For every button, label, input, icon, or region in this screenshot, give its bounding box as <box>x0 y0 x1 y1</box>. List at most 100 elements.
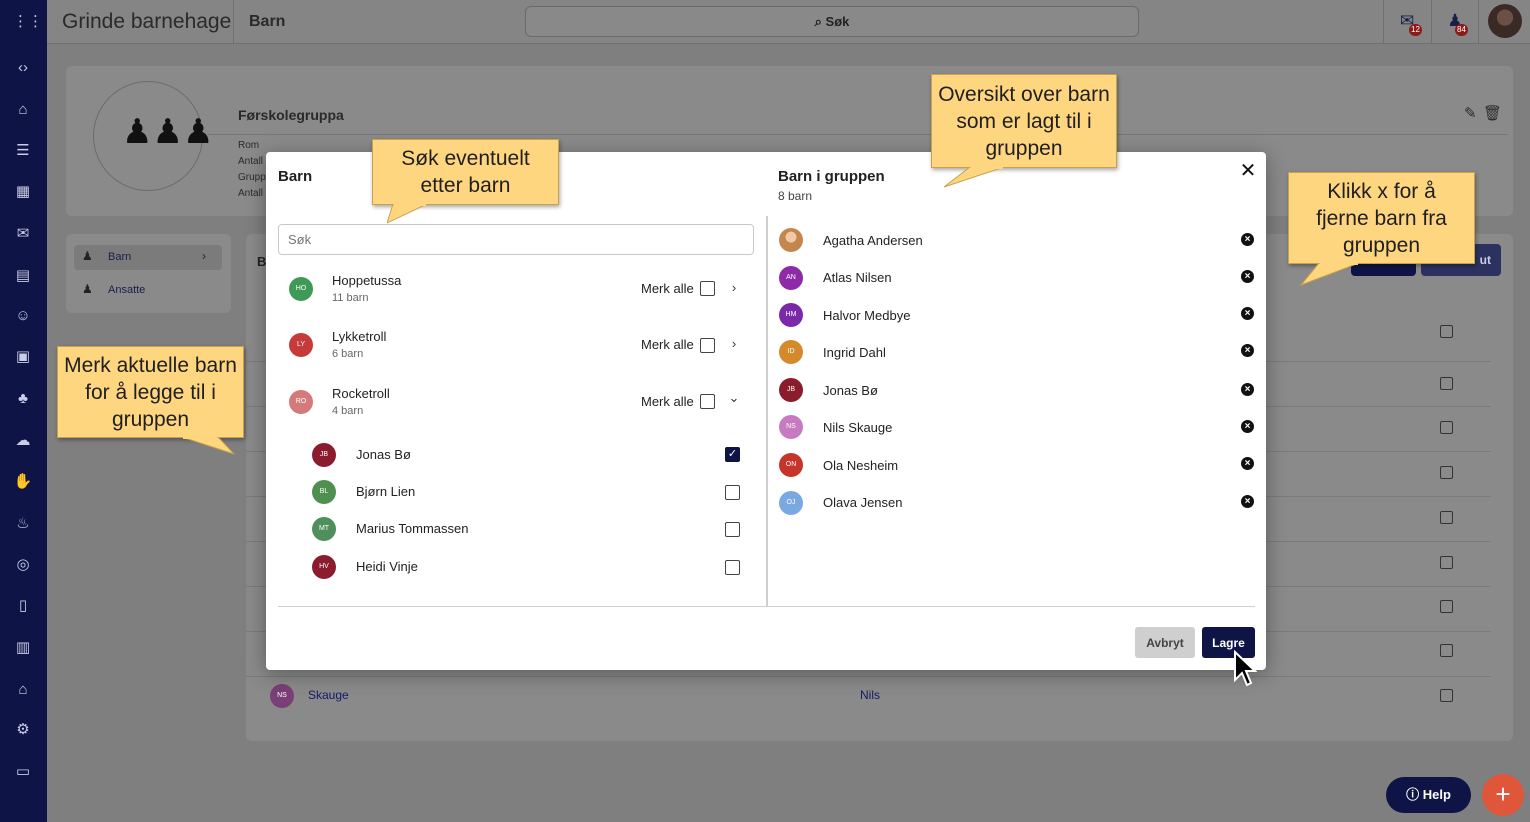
delete-icon[interactable]: 🗑 <box>1483 104 1502 122</box>
avatar: BL <box>312 480 336 504</box>
child-checkbox-checked[interactable]: ✓ <box>725 447 740 462</box>
info-label: Antall <box>238 156 264 167</box>
group-name: Hoppetussa <box>332 273 402 288</box>
remove-member-icon[interactable]: × <box>1241 457 1254 470</box>
avatar: AN <box>779 266 803 290</box>
callout-remove: Klikk x for å fjerne barn fra gruppen <box>1288 172 1475 287</box>
news-icon[interactable]: ▤ <box>13 266 33 286</box>
row-checkbox[interactable] <box>1440 511 1453 524</box>
staff-icon: ♟ <box>82 282 93 296</box>
groups-icon[interactable]: ☺ <box>13 306 33 326</box>
group-count: 11 barn <box>332 292 369 304</box>
global-search[interactable]: ⌕ Søk <box>525 6 1139 37</box>
search-label: Søk <box>825 14 850 29</box>
hand-icon[interactable]: ✋ <box>13 472 33 492</box>
home-icon[interactable]: ⌂ <box>13 100 33 120</box>
select-all-checkbox[interactable] <box>700 281 715 296</box>
close-icon[interactable]: ✕ <box>1238 161 1258 181</box>
remove-member-icon[interactable]: × <box>1241 495 1254 508</box>
search-icon: ⌕ <box>814 14 822 29</box>
kindergarten-icon[interactable]: ⌂ <box>13 680 33 700</box>
member-name: Agatha Andersen <box>823 233 923 248</box>
chevron-down-icon[interactable]: ⌄ <box>727 390 741 406</box>
avatar: LY <box>289 333 313 357</box>
row-checkbox[interactable] <box>1440 377 1453 390</box>
group-name: Førskolegruppa <box>238 107 344 123</box>
code-toggle-icon[interactable]: ‹› <box>13 58 33 78</box>
checklist-icon[interactable]: ☰ <box>13 141 33 161</box>
children-search-input[interactable] <box>278 224 754 255</box>
avatar: HM <box>779 303 803 327</box>
table-cell-first-name[interactable]: Nils <box>860 688 880 702</box>
select-all-label: Merk alle <box>641 337 694 352</box>
row-checkbox[interactable] <box>1440 600 1453 613</box>
callout-tail <box>1299 263 1360 287</box>
row-checkbox[interactable] <box>1440 421 1453 434</box>
cancel-button[interactable]: Avbryt <box>1135 627 1195 658</box>
apps-grid-icon[interactable]: ⋮⋮ <box>13 12 43 32</box>
remove-member-icon[interactable]: × <box>1241 307 1254 320</box>
info-label: Antall <box>238 188 264 199</box>
topbar-divider <box>233 0 234 44</box>
chart-icon[interactable]: ▥ <box>13 638 33 658</box>
member-name: Atlas Nilsen <box>823 270 892 285</box>
member-name: Ingrid Dahl <box>823 345 886 360</box>
avatar: HO <box>289 277 313 301</box>
chevron-right-icon[interactable]: › <box>727 336 741 351</box>
child-checkbox[interactable] <box>725 560 740 575</box>
row-checkbox[interactable] <box>1440 556 1453 569</box>
help-button[interactable]: ⓘ Help <box>1386 777 1471 813</box>
group-name: Rocketroll <box>332 386 390 401</box>
left-panel-title: Barn <box>278 168 313 185</box>
people-icon[interactable]: ♣ <box>13 389 33 409</box>
book-icon[interactable]: ▭ <box>13 762 33 782</box>
remove-member-icon[interactable]: × <box>1241 383 1254 396</box>
calendar-icon[interactable]: ▦ <box>13 182 33 202</box>
mail-icon[interactable]: ✉ <box>13 224 33 244</box>
select-all-label: Merk alle <box>641 394 694 409</box>
add-fab-button[interactable]: + <box>1482 774 1524 816</box>
app-title: Grinde barnehage <box>62 10 232 33</box>
child-name: Bjørn Lien <box>356 484 416 499</box>
member-name: Ola Nesheim <box>823 458 899 473</box>
user-avatar[interactable] <box>1488 4 1522 38</box>
avatar: NS <box>270 684 294 708</box>
callout-tail <box>943 167 1005 188</box>
help-label: Help <box>1422 787 1451 802</box>
badge-icon[interactable]: ▣ <box>13 347 33 367</box>
remove-member-icon[interactable]: × <box>1241 233 1254 246</box>
remove-member-icon[interactable]: × <box>1241 344 1254 357</box>
settings-gear-icon[interactable]: ⚙ <box>13 720 33 740</box>
chevron-right-icon: › <box>202 249 206 263</box>
select-all-checkbox[interactable] <box>700 394 715 409</box>
group-count: 4 barn <box>332 405 364 417</box>
table-cell-last-name[interactable]: Skauge <box>308 688 349 702</box>
side-menu-item-barn[interactable]: ♟ Barn › <box>74 245 222 270</box>
member-name: Halvor Medbye <box>823 308 911 323</box>
group-people-icon: ♟♟♟ <box>122 113 214 151</box>
row-checkbox[interactable] <box>1440 466 1453 479</box>
callout-mark: Merk aktuelle barn for å legge til i gru… <box>57 346 244 455</box>
topbar-divider <box>1383 0 1384 44</box>
callout-overview: Oversikt over barn som er lagt til i gru… <box>931 74 1117 188</box>
document-icon[interactable]: ▯ <box>13 596 33 616</box>
row-checkbox[interactable] <box>1440 644 1453 657</box>
row-checkbox[interactable] <box>1440 689 1453 702</box>
weather-icon[interactable]: ☁ <box>13 431 33 451</box>
child-checkbox[interactable] <box>725 522 740 537</box>
side-menu-label: Barn <box>108 251 132 263</box>
edit-icon[interactable]: ✎ <box>1464 104 1477 122</box>
coins-icon[interactable]: ◎ <box>13 555 33 575</box>
row-checkbox[interactable] <box>1440 325 1453 338</box>
select-all-checkbox[interactable] <box>700 338 715 353</box>
side-menu-item-ansatte[interactable]: ♟ Ansatte <box>74 278 222 303</box>
remove-member-icon[interactable]: × <box>1241 420 1254 433</box>
avatar: ON <box>779 453 803 477</box>
remove-member-icon[interactable]: × <box>1241 270 1254 283</box>
birthday-icon[interactable]: ♨ <box>13 514 33 534</box>
avatar: NS <box>779 415 803 439</box>
chevron-right-icon[interactable]: › <box>727 280 741 295</box>
avatar: OJ <box>779 491 803 515</box>
child-checkbox[interactable] <box>725 485 740 500</box>
child-name: Heidi Vinje <box>356 559 418 574</box>
